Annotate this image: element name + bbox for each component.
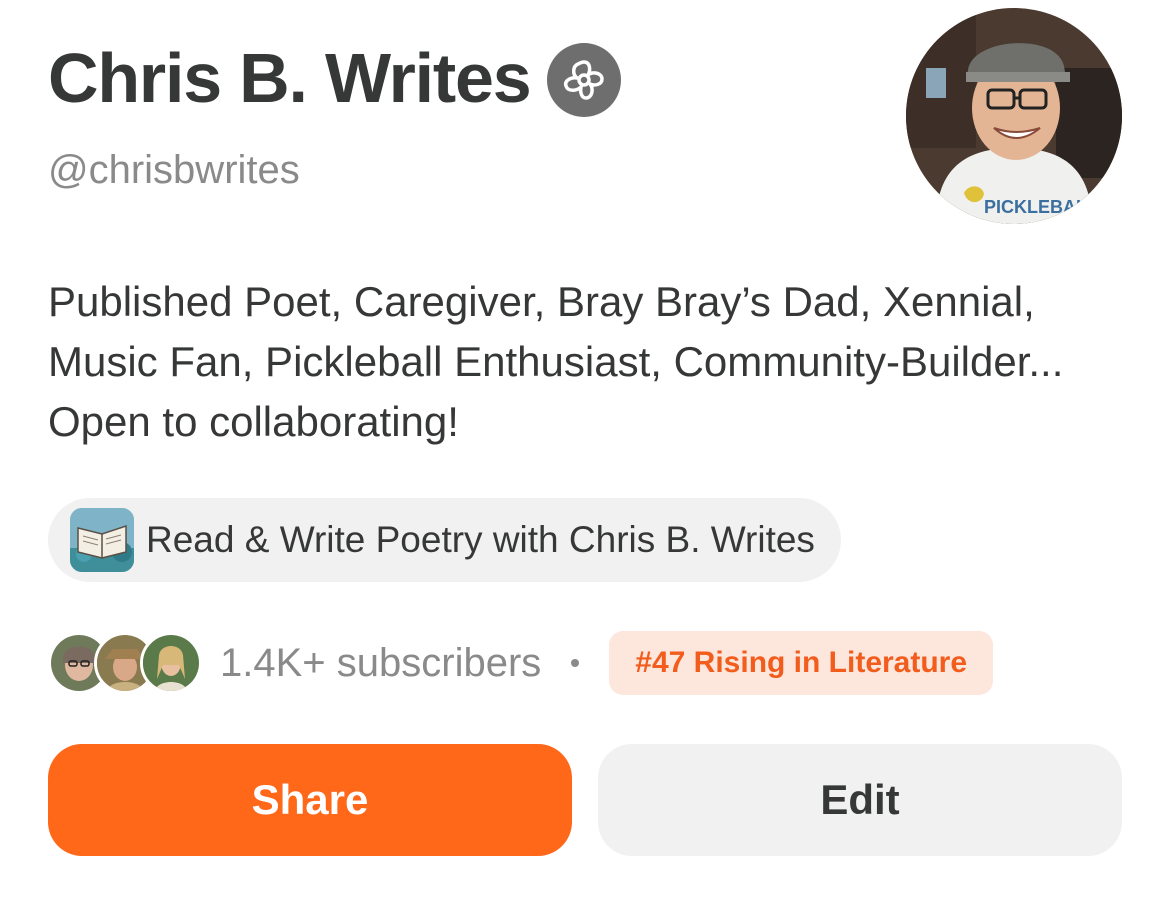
separator-dot [571, 659, 580, 667]
open-book-icon [70, 508, 134, 572]
svg-text:PICKLEBALL: PICKLEBALL [984, 197, 1098, 217]
profile-header: Chris B. Writes @chrisbwrites PICKLEBALL [0, 0, 1170, 903]
avatar[interactable]: PICKLEBALL [906, 8, 1122, 224]
user-handle: @chrisbwrites [48, 148, 300, 192]
subscriber-avatars[interactable] [48, 632, 202, 694]
publication-chip[interactable]: Read & Write Poetry with Chris B. Writes [48, 498, 841, 582]
avatar [140, 632, 202, 694]
name-row: Chris B. Writes [48, 38, 621, 118]
publication-name: Read & Write Poetry with Chris B. Writes [146, 519, 815, 560]
share-button[interactable]: Share [48, 744, 572, 856]
display-name: Chris B. Writes [48, 39, 532, 117]
subscriber-count[interactable]: 1.4K+ subscribers [220, 641, 541, 686]
edit-button[interactable]: Edit [598, 744, 1122, 856]
rank-badge[interactable]: #47 Rising in Literature [609, 631, 994, 695]
bio-text: Published Poet, Caregiver, Bray Bray’s D… [48, 278, 1064, 445]
subscriber-row: 1.4K+ subscribers #47 Rising in Literatu… [48, 630, 994, 696]
flower-badge-icon[interactable] [546, 43, 621, 117]
